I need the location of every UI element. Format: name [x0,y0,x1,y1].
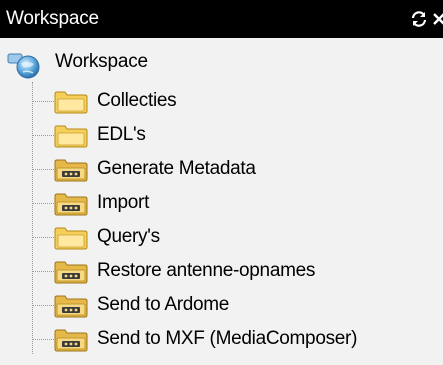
refresh-icon[interactable] [410,10,428,28]
tree-item-edls[interactable]: EDL's [0,118,443,152]
tree-item-querys[interactable]: Query's [0,220,443,254]
tree-item-collecties[interactable]: Collecties [0,84,443,118]
tree-root-workspace[interactable]: Workspace [0,46,443,80]
tree-item-import[interactable]: Import [0,186,443,220]
tree-item-send-to-ardome[interactable]: Send to Ardome [0,288,443,322]
tree-item-label: EDL's [97,124,146,145]
folder-media-icon [53,328,89,352]
tree-item-restore-antenne-opnames[interactable]: Restore antenne-opnames [0,254,443,288]
folder-media-icon [53,158,89,182]
tree-item-label: Query's [97,226,160,247]
folder-empty-icon [53,226,89,250]
tree-item-label: Collecties [97,90,177,111]
folder-empty-icon [53,90,89,114]
tree-item-send-to-mxf[interactable]: Send to MXF (MediaComposer) [0,322,443,356]
panel-title: Workspace [6,8,99,29]
folder-empty-icon [53,124,89,148]
workspace-globe-icon [7,52,41,80]
tree-item-label: Send to Ardome [97,294,230,315]
folder-media-icon [53,192,89,216]
tree-item-generate-metadata[interactable]: Generate Metadata [0,152,443,186]
folder-media-icon [53,294,89,318]
tree-item-label: Restore antenne-opnames [97,260,316,281]
tree-root-label: Workspace [55,51,148,72]
workspace-panel: Workspace Workspace Collecties EDL's Gen… [0,0,443,365]
close-icon[interactable] [432,10,443,28]
tree-item-label: Generate Metadata [97,158,256,179]
panel-titlebar: Workspace [0,0,443,38]
tree-item-label: Import [97,192,150,213]
folder-media-icon [53,260,89,284]
tree-item-label: Send to MXF (MediaComposer) [97,328,358,349]
workspace-tree: Workspace Collecties EDL's Generate Meta… [0,38,443,365]
